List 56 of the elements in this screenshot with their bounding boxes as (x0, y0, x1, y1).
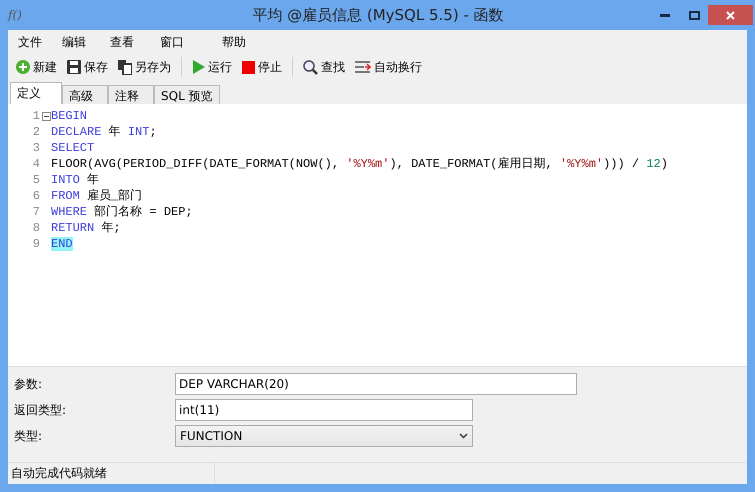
line-number: 9 (32, 236, 41, 252)
code-line: SELECT (51, 140, 94, 156)
stop-icon (242, 60, 255, 74)
line-number: 4 (32, 156, 41, 172)
menu-item[interactable]: 编辑 (58, 34, 90, 50)
function-icon: f() (8, 8, 48, 22)
line-number: 2 (32, 124, 41, 140)
close-button[interactable] (708, 5, 753, 25)
toolbar-button[interactable]: 新建 (12, 56, 61, 78)
tab[interactable]: SQL 预览 (154, 85, 220, 104)
close-icon (726, 10, 735, 20)
wrap-lines-icon (355, 60, 371, 74)
line-number: 6 (32, 188, 41, 204)
input-field[interactable]: DEP VARCHAR(20) (175, 373, 577, 395)
toolbar-button[interactable]: 另存为 (114, 56, 175, 78)
minimize-icon (660, 14, 670, 16)
menu-item[interactable]: 查看 (106, 34, 138, 50)
code-line: INTO 年 (51, 172, 100, 188)
line-number: 8 (32, 220, 41, 236)
code-line: DECLARE 年 INT; (51, 124, 157, 140)
line-number: 1 (32, 108, 41, 124)
field-label: 类型: (13, 428, 44, 444)
line-number: 7 (32, 204, 41, 220)
maximize-icon (689, 10, 700, 20)
search-icon (303, 60, 318, 74)
line-number: 3 (32, 140, 41, 156)
status-text: 自动完成代码就绪 (8, 463, 215, 484)
tab[interactable]: 定义 (10, 82, 62, 104)
toolbar-button[interactable]: 运行 (188, 56, 236, 78)
plus-icon (16, 60, 30, 74)
floppy-icon (67, 60, 81, 74)
tab[interactable]: 注释 (108, 85, 154, 104)
line-number: 5 (32, 172, 41, 188)
field-label: 返回类型: (13, 402, 68, 418)
toolbar-button[interactable]: 查找 (299, 56, 349, 78)
toolbar-button[interactable]: 自动换行 (351, 56, 426, 78)
menu-item[interactable]: 窗口 (156, 34, 188, 50)
toolbar-button[interactable]: 停止 (238, 56, 286, 78)
toolbar-button[interactable]: 保存 (63, 56, 112, 78)
menu-item[interactable]: 帮助 (218, 34, 250, 50)
window-title: 平均 @雇员信息 (MySQL 5.5) - 函数 (251, 6, 505, 24)
input-field[interactable]: int(11) (175, 399, 473, 421)
play-icon (192, 60, 205, 74)
code-line: RETURN 年; (51, 220, 121, 236)
type-dropdown[interactable]: FUNCTION (175, 425, 473, 447)
code-line: WHERE 部门名称 = DEP; (51, 204, 193, 220)
tab[interactable]: 高级 (62, 85, 108, 104)
field-label: 参数: (13, 376, 44, 392)
chevron-down-icon (459, 433, 468, 439)
code-line: BEGIN (51, 108, 88, 124)
collapse-icon[interactable] (42, 112, 51, 120)
code-line: FROM 雇员_部门 (51, 188, 142, 204)
code-line: FLOOR(AVG(PERIOD_DIFF(DATE_FORMAT(NOW(), '%Y%m'), DATE_FORMAT(雇用日期, '%Y%m'))) / 12) (51, 156, 668, 172)
code-editor[interactable]: 1 BEGIN 2 DECLARE 年 INT; 3 SELECT 4 FLOOR(AVG(PERIOD_DIFF(DATE_FORMAT(NOW(), '%Y%m'), DATE_FORMAT(雇用日期, '%Y%m'))) / 12) 5 INTO 年 6 FROM 雇员_部门 7 WHERE 部门名称 = DEP; 8 RETURN 年; 9 END (8, 104, 747, 366)
menu-item[interactable]: 文件 (14, 34, 46, 50)
copy-icon (118, 60, 132, 74)
